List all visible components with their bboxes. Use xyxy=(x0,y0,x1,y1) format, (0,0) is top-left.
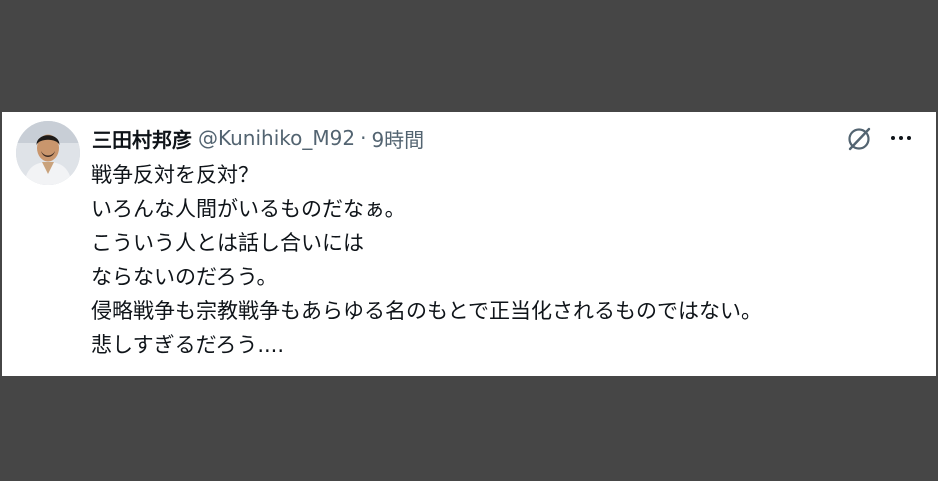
author-display-name[interactable]: 三田村邦彦 xyxy=(92,124,192,153)
tweet-line: 悲しすぎるだろう.... xyxy=(91,333,285,357)
separator-dot: · xyxy=(360,126,367,150)
author-handle[interactable]: @Kunihiko_M92 xyxy=(198,126,355,150)
grok-icon[interactable] xyxy=(844,124,874,154)
avatar[interactable] xyxy=(16,121,80,185)
tweet-header: 三田村邦彦 @Kunihiko_M92 · 9時間 xyxy=(92,124,424,152)
timestamp[interactable]: 9時間 xyxy=(371,124,424,153)
avatar-photo xyxy=(16,121,80,185)
dot-icon xyxy=(891,136,895,140)
tweet-line: ならないのだろう。 xyxy=(91,265,278,289)
dot-icon xyxy=(907,136,911,140)
tweet-line: いろんな人間がいるものだなぁ。 xyxy=(91,197,406,221)
tweet-card[interactable]: 三田村邦彦 @Kunihiko_M92 · 9時間 戦争反対を反対？ いろんな人… xyxy=(2,112,936,376)
tweet-line: こういう人とは話し合いには xyxy=(91,231,364,255)
tweet-text: 戦争反対を反対？ いろんな人間がいるものだなぁ。 こういう人とは話し合いには な… xyxy=(91,158,921,362)
tweet-line: 侵略戦争も宗教戦争もあらゆる名のもとで正当化されるものではない。 xyxy=(91,299,762,323)
more-options-icon[interactable] xyxy=(886,125,916,151)
tweet-line: 戦争反対を反対？ xyxy=(91,163,259,187)
dot-icon xyxy=(899,136,903,140)
